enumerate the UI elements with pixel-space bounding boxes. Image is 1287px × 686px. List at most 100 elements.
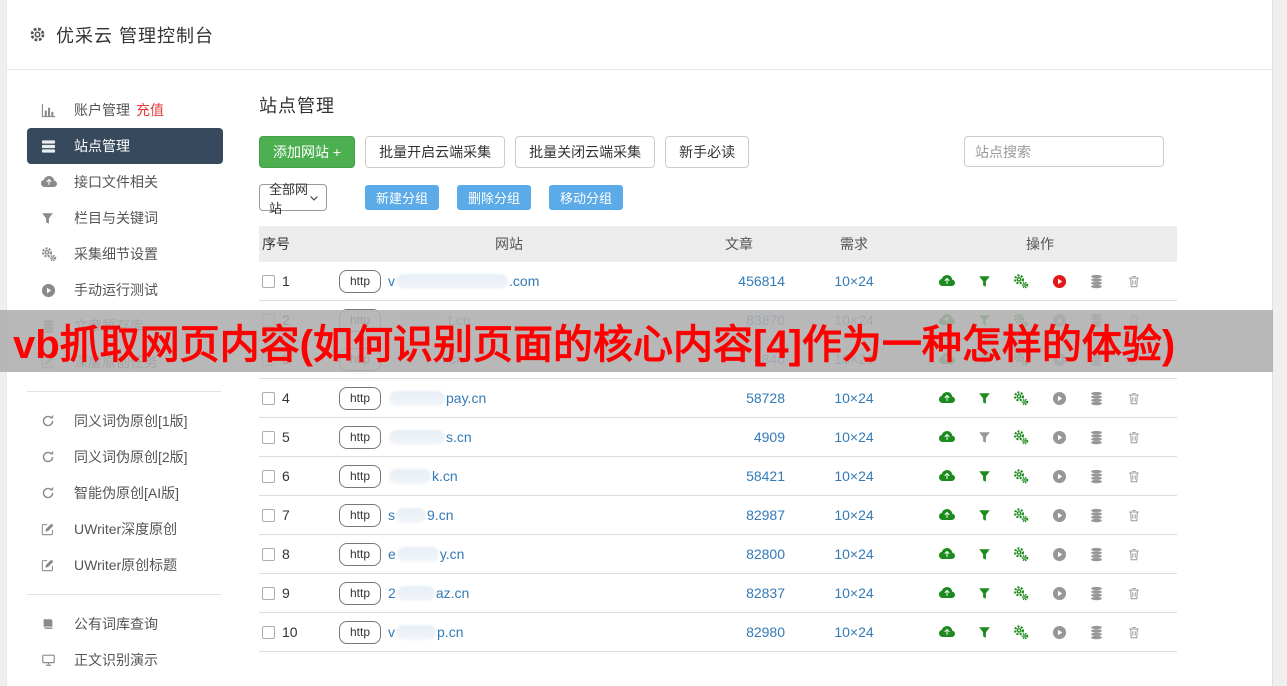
- sidebar-item-interface-files[interactable]: 接口文件相关: [7, 164, 233, 200]
- filter-icon[interactable]: [978, 392, 991, 405]
- filter-icon[interactable]: [978, 587, 991, 600]
- site-domain-link[interactable]: k.cn: [388, 468, 458, 484]
- gears-icon[interactable]: [1013, 273, 1029, 289]
- trash-icon[interactable]: [1127, 469, 1141, 484]
- database-icon[interactable]: [1089, 586, 1104, 601]
- gears-icon[interactable]: [1013, 546, 1029, 562]
- filter-icon[interactable]: [978, 275, 991, 288]
- article-count-link[interactable]: 82987: [679, 507, 799, 523]
- cloud-upload-icon[interactable]: [939, 429, 955, 445]
- sidebar-item-manual-run-test[interactable]: 手动运行测试: [7, 272, 233, 308]
- trash-icon[interactable]: [1127, 586, 1141, 601]
- database-icon[interactable]: [1089, 508, 1104, 523]
- gears-icon[interactable]: [1013, 624, 1029, 640]
- site-domain-link[interactable]: 2 az.cn: [388, 585, 469, 601]
- add-site-button[interactable]: 添加网站 +: [259, 136, 356, 168]
- site-domain-link[interactable]: pay.cn: [388, 390, 486, 406]
- play-icon[interactable]: [1052, 508, 1067, 523]
- cloud-upload-icon[interactable]: [939, 507, 955, 523]
- batch-open-collect-button[interactable]: 批量开启云端采集: [365, 136, 506, 168]
- article-count-link[interactable]: 58728: [679, 390, 799, 406]
- gears-icon[interactable]: [1013, 390, 1029, 406]
- cloud-upload-icon[interactable]: [939, 390, 955, 406]
- gears-icon[interactable]: [1013, 468, 1029, 484]
- trash-icon[interactable]: [1127, 508, 1141, 523]
- trash-icon[interactable]: [1127, 430, 1141, 445]
- new-group-button[interactable]: 新建分组: [365, 185, 440, 210]
- site-domain-link[interactable]: v .com: [388, 273, 539, 289]
- site-domain-link[interactable]: v p.cn: [388, 624, 463, 640]
- filter-icon[interactable]: [978, 548, 991, 561]
- row-checkbox[interactable]: [262, 430, 275, 444]
- sidebar-item-synonym-rewrite-v1[interactable]: 同义词伪原创[1版]: [7, 403, 233, 439]
- article-count-link[interactable]: 4909: [679, 429, 799, 445]
- move-group-button[interactable]: 移动分组: [549, 185, 624, 210]
- cloud-upload-icon[interactable]: [939, 585, 955, 601]
- sidebar-item-uwriter-original-title[interactable]: UWriter原创标题: [7, 547, 233, 583]
- sidebar-item-public-thesaurus-query[interactable]: 公有词库查询: [7, 606, 233, 642]
- recharge-link[interactable]: 充值: [136, 100, 164, 120]
- gears-icon[interactable]: [1013, 585, 1029, 601]
- play-icon[interactable]: [1052, 391, 1067, 406]
- sidebar-item-content-recognition-demo[interactable]: 正文识别演示: [7, 642, 233, 678]
- filter-icon[interactable]: [978, 470, 991, 483]
- trash-icon[interactable]: [1127, 391, 1141, 406]
- database-icon[interactable]: [1089, 469, 1104, 484]
- sidebar-item-ai-rewrite[interactable]: 智能伪原创[AI版]: [7, 475, 233, 511]
- gears-icon[interactable]: [1013, 429, 1029, 445]
- site-domain-link[interactable]: e y.cn: [388, 546, 464, 562]
- trash-icon[interactable]: [1127, 274, 1141, 289]
- site-domain-link[interactable]: s.cn: [388, 429, 472, 445]
- batch-close-collect-button[interactable]: 批量关闭云端采集: [515, 136, 656, 168]
- sidebar-item-uwriter-deep-original[interactable]: UWriter深度原创: [7, 511, 233, 547]
- play-icon[interactable]: [1052, 430, 1067, 445]
- row-checkbox[interactable]: [262, 586, 275, 600]
- row-checkbox[interactable]: [262, 508, 275, 522]
- site-domain-link[interactable]: s 9.cn: [388, 507, 453, 523]
- trash-icon[interactable]: [1127, 547, 1141, 562]
- row-index: 1: [282, 273, 290, 289]
- row-checkbox[interactable]: [262, 547, 275, 561]
- sidebar-item-collection-settings[interactable]: 采集细节设置: [7, 236, 233, 272]
- filter-icon[interactable]: [978, 509, 991, 522]
- sidebar-item-columns-keywords[interactable]: 栏目与关键词: [7, 200, 233, 236]
- cloud-upload-icon[interactable]: [939, 546, 955, 562]
- gears-icon[interactable]: [1013, 507, 1029, 523]
- database-icon[interactable]: [1089, 547, 1104, 562]
- row-checkbox[interactable]: [262, 274, 275, 288]
- sidebar-item-site-management[interactable]: 站点管理: [27, 128, 223, 164]
- filter-icon[interactable]: [978, 626, 991, 639]
- sidebar-divider: [27, 594, 221, 595]
- article-count-link[interactable]: 82980: [679, 624, 799, 640]
- play-icon[interactable]: [1052, 274, 1067, 289]
- play-icon[interactable]: [1052, 469, 1067, 484]
- book-icon: [41, 617, 63, 631]
- article-count-link[interactable]: 456814: [679, 273, 799, 289]
- database-icon[interactable]: [1089, 274, 1104, 289]
- database-icon[interactable]: [1089, 391, 1104, 406]
- cloud-upload-icon[interactable]: [939, 468, 955, 484]
- row-checkbox[interactable]: [262, 391, 275, 405]
- article-count-link[interactable]: 82800: [679, 546, 799, 562]
- filter-icon[interactable]: [978, 431, 991, 444]
- cloud-upload-icon[interactable]: [939, 624, 955, 640]
- cloud-upload-icon[interactable]: [939, 273, 955, 289]
- demand-value: 10×24: [834, 390, 874, 406]
- site-search-input[interactable]: [964, 136, 1164, 167]
- article-count-link[interactable]: 58421: [679, 468, 799, 484]
- play-icon[interactable]: [1052, 625, 1067, 640]
- sidebar-item-account-management[interactable]: 账户管理 充值: [7, 92, 233, 128]
- delete-group-button[interactable]: 删除分组: [457, 185, 532, 210]
- beginner-guide-button[interactable]: 新手必读: [665, 136, 750, 168]
- play-icon[interactable]: [1052, 547, 1067, 562]
- play-icon[interactable]: [1052, 586, 1067, 601]
- article-count-link[interactable]: 82837: [679, 585, 799, 601]
- database-icon[interactable]: [1089, 625, 1104, 640]
- trash-icon[interactable]: [1127, 625, 1141, 640]
- page-title: 站点管理: [259, 96, 335, 116]
- sidebar-item-synonym-rewrite-v2[interactable]: 同义词伪原创[2版]: [7, 439, 233, 475]
- group-filter-select[interactable]: 全部网站: [259, 182, 327, 216]
- row-checkbox[interactable]: [262, 469, 275, 483]
- row-checkbox[interactable]: [262, 625, 275, 639]
- database-icon[interactable]: [1089, 430, 1104, 445]
